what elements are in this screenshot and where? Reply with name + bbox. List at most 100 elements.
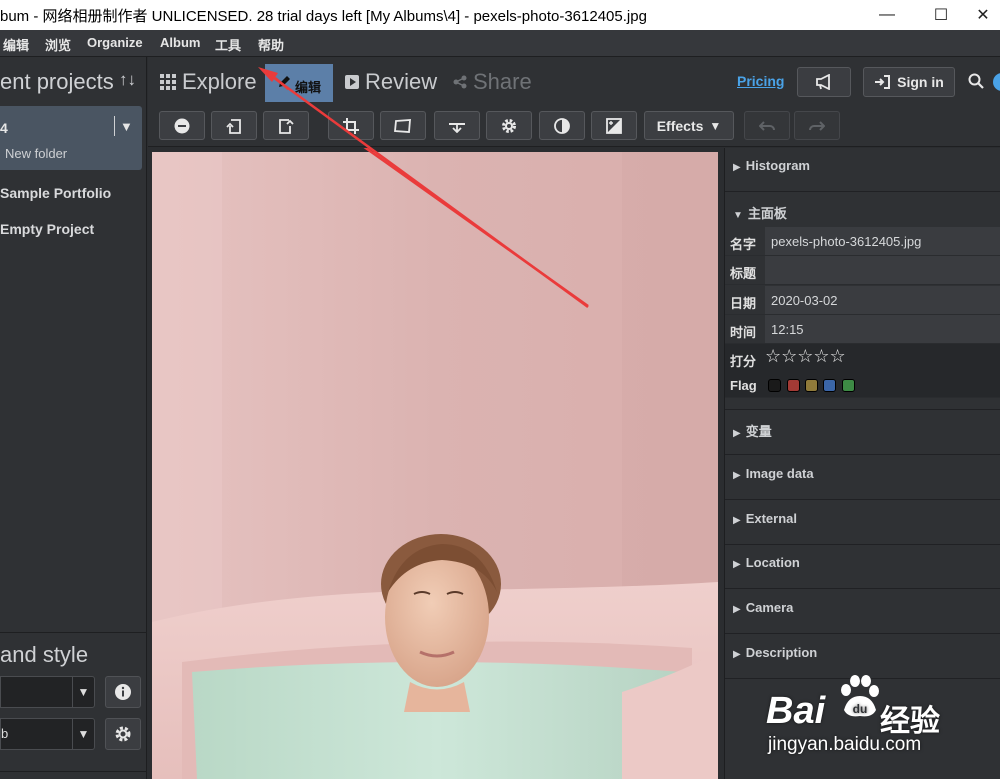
field-value[interactable]: 2020-03-02: [765, 286, 1000, 314]
rotate-left-icon: [226, 118, 241, 134]
section-label: Location: [745, 555, 800, 570]
explore-tab-label: Explore: [182, 69, 257, 94]
style-select-value: b: [1, 726, 9, 741]
menu-browse[interactable]: 浏览: [45, 35, 71, 54]
variables-section[interactable]: ▶ 变量: [725, 411, 1000, 455]
style-select[interactable]: b ▼: [0, 718, 95, 750]
style-settings-button[interactable]: [105, 718, 141, 750]
section-label: 变量: [745, 424, 772, 439]
search-button[interactable]: [968, 73, 984, 94]
current-folder-name: New folder: [5, 146, 68, 161]
flag-blue[interactable]: [823, 379, 836, 392]
section-label: External: [745, 511, 798, 526]
info-icon: [115, 684, 131, 700]
svg-text:du: du: [853, 702, 868, 716]
menu-bar: 编辑 浏览 Organize Album 工具 帮助: [0, 30, 1000, 57]
megaphone-icon: [816, 74, 830, 90]
project-item[interactable]: Sample Portfolio: [0, 185, 111, 201]
flag-yellow[interactable]: [805, 379, 818, 392]
sort-icon[interactable]: ↑↓: [119, 70, 136, 90]
project-item[interactable]: Empty Project: [0, 221, 94, 237]
section-label: Description: [745, 645, 818, 660]
menu-edit[interactable]: 编辑: [3, 35, 29, 54]
chevron-right-icon: ▶: [733, 470, 741, 481]
field-row-date: 日期 2020-03-02: [725, 286, 1000, 315]
gear-icon: [115, 726, 131, 742]
paw-icon: du: [841, 675, 879, 717]
external-section[interactable]: ▶ External: [725, 501, 1000, 545]
field-key: 标题: [730, 266, 757, 281]
projects-panel: ent projects ↑↓ 4 ▼ New folder Sample Po…: [0, 57, 147, 779]
window-title: bum - 网络相册制作者 UNLICENSED. 28 trial days …: [0, 8, 647, 25]
camera-section[interactable]: ▶ Camera: [725, 590, 1000, 634]
style-header: and style: [0, 642, 89, 667]
chevron-down-icon: ▼: [72, 719, 94, 749]
field-key: 名字: [730, 237, 757, 252]
histogram-section[interactable]: ▶ Histogram: [725, 148, 1000, 192]
divider: [114, 116, 115, 136]
annotation-arrow-body: [270, 75, 589, 309]
sign-in-icon: [875, 75, 891, 89]
section-label: Image data: [745, 466, 814, 481]
image-data-section[interactable]: ▶ Image data: [725, 456, 1000, 500]
rating-row: 打分 ☆☆☆☆☆: [725, 344, 1000, 373]
field-value[interactable]: 12:15: [765, 315, 1000, 343]
chevron-right-icon: ▶: [733, 428, 741, 439]
field-row-name: 名字 pexels-photo-3612405.jpg: [725, 227, 1000, 256]
flag-green[interactable]: [842, 379, 855, 392]
field-row-time: 时间 12:15: [725, 315, 1000, 344]
menu-tools[interactable]: 工具: [215, 35, 241, 54]
minimize-icon: —: [879, 6, 895, 23]
close-window-button[interactable]: ✕: [960, 0, 1000, 30]
description-section[interactable]: ▶ Description: [725, 635, 1000, 679]
current-project-card[interactable]: 4 ▼ New folder: [0, 106, 142, 170]
chevron-down-icon: ▼: [733, 210, 743, 221]
chevron-right-icon: ▶: [733, 649, 741, 660]
watermark-url: jingyan.baidu.com: [768, 734, 922, 755]
avatar[interactable]: [993, 73, 1000, 91]
remove-button[interactable]: [159, 111, 205, 140]
menu-album[interactable]: Album: [160, 35, 200, 50]
flag-row: Flag: [725, 371, 1000, 398]
search-icon: [968, 73, 984, 89]
window-titlebar: bum - 网络相册制作者 UNLICENSED. 28 trial days …: [0, 0, 1000, 30]
divider: [0, 632, 147, 633]
field-row-title: 标题: [725, 256, 1000, 285]
field-key: 日期: [730, 296, 757, 311]
theme-select[interactable]: ▼: [0, 676, 95, 708]
location-section[interactable]: ▶ Location: [725, 545, 1000, 589]
rating-label: 打分: [730, 354, 757, 369]
exposure-icon: [606, 117, 622, 134]
effects-dropdown[interactable]: Effects ▼: [644, 111, 734, 140]
chevron-down-icon[interactable]: ▼: [120, 119, 133, 134]
current-project-name: 4: [0, 120, 8, 136]
announcements-button[interactable]: [797, 67, 851, 97]
menu-help[interactable]: 帮助: [258, 35, 284, 54]
rotate-left-button[interactable]: [211, 111, 257, 140]
divider: [0, 771, 147, 772]
projects-header-label: ent projects: [0, 69, 114, 94]
sign-in-label: Sign in: [897, 74, 944, 90]
undo-button[interactable]: [744, 111, 790, 140]
sign-in-button[interactable]: Sign in: [863, 67, 955, 97]
info-button[interactable]: [105, 676, 141, 708]
minimize-button[interactable]: —: [864, 0, 910, 30]
field-value[interactable]: [765, 256, 1000, 284]
chevron-right-icon: ▶: [733, 515, 741, 526]
exposure-button[interactable]: [591, 111, 637, 140]
star-rating[interactable]: ☆☆☆☆☆: [765, 346, 846, 367]
flag-black[interactable]: [768, 379, 781, 392]
chevron-right-icon: ▶: [733, 559, 741, 570]
redo-icon: [809, 120, 825, 131]
menu-organize[interactable]: Organize: [87, 35, 143, 50]
maximize-icon: ☐: [933, 7, 949, 24]
field-value[interactable]: pexels-photo-3612405.jpg: [765, 227, 1000, 255]
explore-tab[interactable]: Explore: [160, 69, 257, 95]
flag-red[interactable]: [787, 379, 800, 392]
redo-button[interactable]: [794, 111, 840, 140]
close-icon: ✕: [976, 7, 990, 24]
chevron-down-icon: ▼: [709, 118, 722, 133]
pricing-link[interactable]: Pricing: [737, 73, 784, 89]
chevron-right-icon: ▶: [733, 604, 741, 615]
maximize-button[interactable]: ☐: [918, 0, 964, 30]
